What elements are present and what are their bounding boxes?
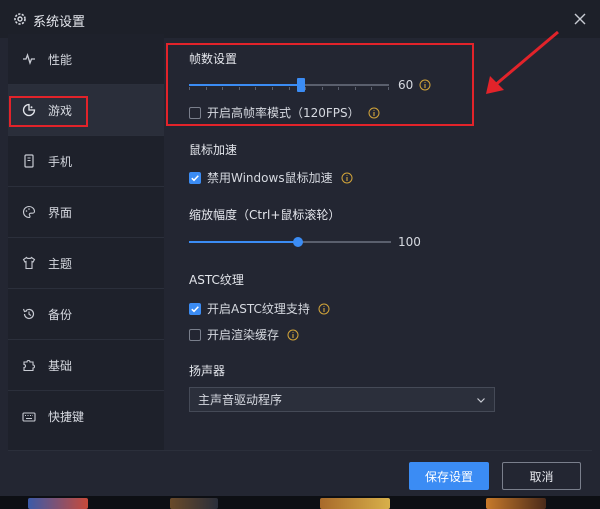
astc-option[interactable]: 开启ASTC纹理支持 — [189, 300, 330, 317]
speaker-selected-value: 主声音驱动程序 — [198, 393, 283, 407]
high-fps-checkbox[interactable] — [189, 106, 201, 119]
mouse-accel-section-title: 鼠标加速 — [189, 143, 238, 157]
disable-mouse-accel-label: 禁用Windows鼠标加速 — [207, 171, 333, 185]
slider-tick — [189, 87, 190, 90]
slider-tick — [239, 87, 240, 90]
slider-fill — [189, 241, 298, 243]
sidebar-item-label: 界面 — [48, 205, 73, 220]
sidebar-item-theme[interactable]: 主题 — [8, 238, 164, 289]
title-bar: 系统设置 — [0, 0, 600, 38]
sidebar-item-label: 快捷键 — [48, 410, 85, 424]
slider-tick — [322, 87, 323, 90]
window-title: 系统设置 — [33, 15, 86, 30]
game-icon — [22, 103, 36, 117]
slider-tick — [371, 87, 372, 90]
slider-tick — [206, 87, 207, 90]
sidebar-item-shortcuts[interactable]: 快捷键 — [8, 391, 164, 442]
high-fps-label: 开启高帧率模式（120FPS） — [207, 106, 360, 120]
render-cache-option[interactable]: 开启渲染缓存 — [189, 326, 299, 343]
info-icon[interactable] — [368, 107, 380, 119]
speaker-select[interactable]: 主声音驱动程序 — [189, 387, 495, 412]
sidebar-item-label: 主题 — [48, 256, 73, 271]
slider-tick — [355, 87, 356, 90]
footer-divider — [8, 450, 592, 451]
slider-handle[interactable] — [297, 78, 305, 92]
settings-dialog: 系统设置 性能 游戏 手机 界面 主题 备份 基础 快捷键 帧数设置 60 开启… — [0, 0, 600, 496]
slider-tick — [338, 87, 339, 90]
checkmark-icon — [191, 174, 199, 181]
sidebar: 性能 游戏 手机 界面 主题 备份 基础 快捷键 — [8, 34, 164, 450]
gear-icon — [14, 13, 26, 25]
info-icon[interactable] — [287, 329, 299, 341]
slider-tick — [222, 87, 223, 90]
info-icon[interactable] — [318, 303, 330, 315]
speaker-section-title: 扬声器 — [189, 364, 226, 378]
checkmark-icon — [191, 305, 199, 312]
close-icon[interactable] — [570, 9, 590, 29]
astc-label: 开启ASTC纹理支持 — [207, 302, 310, 316]
cancel-button[interactable]: 取消 — [502, 462, 581, 490]
background-thumbnail — [28, 498, 88, 509]
zoom-slider[interactable] — [189, 235, 391, 249]
shirt-icon — [22, 256, 36, 270]
pulse-icon — [23, 52, 35, 66]
backup-icon — [22, 308, 35, 320]
slider-fill — [189, 84, 301, 86]
keyboard-icon — [22, 411, 36, 422]
sidebar-item-basic[interactable]: 基础 — [8, 340, 164, 391]
sidebar-item-label: 游戏 — [48, 103, 73, 118]
slider-tick — [289, 87, 290, 90]
sidebar-item-label: 手机 — [48, 154, 73, 169]
background-thumbnail — [320, 498, 390, 509]
slider-handle[interactable] — [293, 237, 303, 247]
render-cache-checkbox[interactable] — [189, 328, 201, 341]
astc-section-title: ASTC纹理 — [189, 273, 244, 287]
info-icon[interactable] — [341, 172, 353, 184]
background-thumbnail — [170, 498, 218, 509]
info-icon[interactable] — [419, 79, 431, 91]
phone-icon — [24, 154, 34, 168]
zoom-section-title: 缩放幅度（Ctrl+鼠标滚轮） — [189, 208, 341, 222]
sidebar-item-label: 基础 — [48, 358, 73, 373]
palette-icon — [23, 205, 36, 219]
slider-ticks — [189, 87, 389, 90]
save-settings-button[interactable]: 保存设置 — [409, 462, 489, 490]
slider-tick — [388, 87, 389, 90]
astc-checkbox[interactable] — [189, 302, 201, 315]
background-thumbnail — [486, 498, 546, 509]
fps-slider[interactable] — [189, 78, 389, 92]
disable-mouse-accel-checkbox[interactable] — [189, 171, 201, 184]
high-fps-option[interactable]: 开启高帧率模式（120FPS） — [189, 104, 380, 121]
slider-tick — [272, 87, 273, 90]
sidebar-item-phone[interactable]: 手机 — [8, 136, 164, 187]
render-cache-label: 开启渲染缓存 — [207, 328, 280, 342]
slider-tick — [305, 87, 306, 90]
chevron-down-icon — [477, 398, 485, 403]
slider-tick — [255, 87, 256, 90]
zoom-value: 100 — [398, 235, 421, 249]
fps-section-title: 帧数设置 — [189, 52, 238, 66]
fps-value: 60 — [398, 78, 414, 92]
sidebar-item-interface[interactable]: 界面 — [8, 187, 164, 238]
sidebar-item-label: 性能 — [48, 52, 73, 67]
puzzle-icon — [23, 360, 35, 372]
sidebar-item-performance[interactable]: 性能 — [8, 34, 164, 85]
sidebar-item-game[interactable]: 游戏 — [8, 85, 164, 136]
sidebar-item-backup[interactable]: 备份 — [8, 289, 164, 340]
sidebar-item-label: 备份 — [48, 307, 73, 322]
mouse-accel-option[interactable]: 禁用Windows鼠标加速 — [189, 169, 353, 186]
